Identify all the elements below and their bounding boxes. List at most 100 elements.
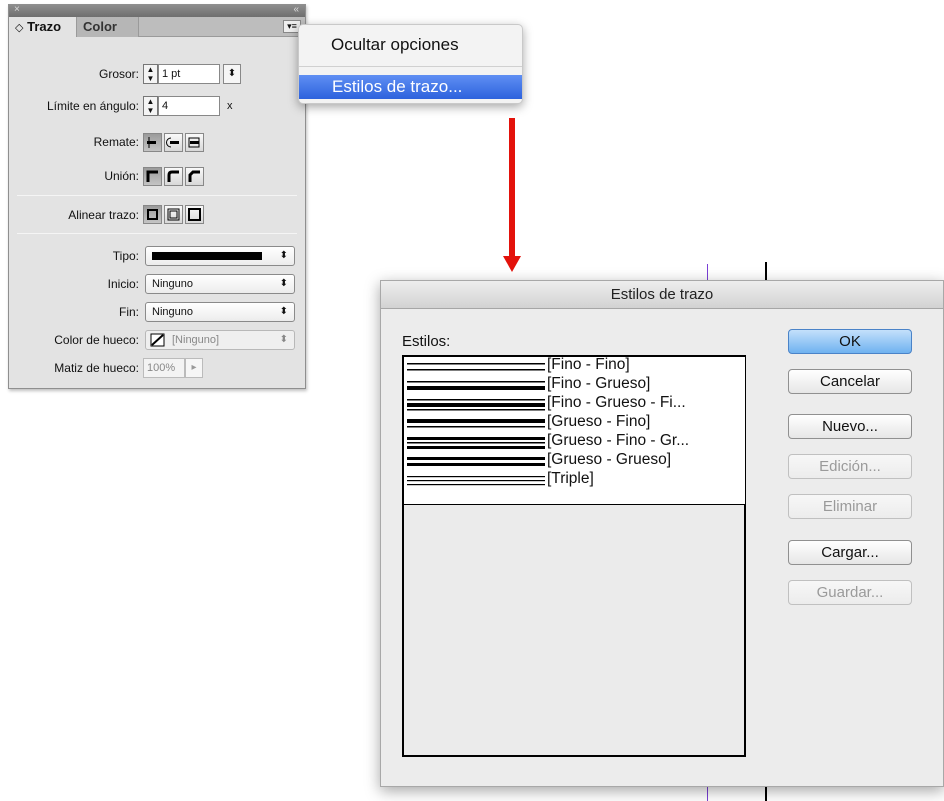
inicio-label: Inicio: [107, 277, 139, 291]
list-item[interactable]: [Fino - Grueso - Fi... [404, 394, 744, 414]
menu-item-estilos-de-trazo[interactable]: Estilos de trazo... [299, 75, 522, 99]
play-arrow-icon[interactable]: ▸ [185, 358, 203, 378]
align-outside-icon[interactable] [185, 205, 204, 224]
solid-line-swatch [152, 252, 262, 260]
list-scrollbar-divider [745, 357, 746, 755]
thin-thick-thin-line-icon [407, 399, 545, 411]
color-hueco-select[interactable]: [Ninguno] ⬍ [145, 330, 295, 350]
select-arrows-icon: ⬍ [279, 306, 288, 317]
close-icon[interactable]: × [14, 4, 20, 15]
limite-input[interactable]: 4 [158, 96, 220, 116]
new-button[interactable]: Nuevo... [788, 414, 912, 439]
frame-edge-line [765, 786, 767, 801]
limite-suffix: x [227, 100, 233, 112]
collapse-icon[interactable]: « [293, 4, 299, 15]
ok-button[interactable]: OK [788, 329, 912, 354]
tipo-row: Tipo: ⬍ [9, 245, 305, 267]
alinear-row: Alinear trazo: [9, 204, 305, 226]
list-item[interactable]: [Grueso - Fino] [404, 413, 744, 433]
grosor-label: Grosor: [98, 67, 139, 81]
grosor-input[interactable]: 1 pt [158, 64, 220, 84]
limite-label: Límite en ángulo: [46, 99, 139, 113]
list-item[interactable]: [Fino - Fino] [404, 356, 744, 376]
select-arrows-icon: ⬍ [279, 334, 288, 345]
matiz-hueco-label: Matiz de hueco: [54, 361, 139, 375]
panel-tabs: ◇ Trazo Color ▾≡ [9, 17, 305, 37]
align-inside-icon[interactable] [164, 205, 183, 224]
butt-cap-icon[interactable] [143, 133, 162, 152]
inicio-select[interactable]: Ninguno ⬍ [145, 274, 295, 294]
edit-button[interactable]: Edición... [788, 454, 912, 479]
frame-edge-line [765, 262, 767, 280]
select-arrows-icon: ⬍ [279, 278, 288, 289]
list-item-label: [Grueso - Fino] [547, 413, 651, 430]
list-item[interactable]: [Grueso - Grueso] [404, 451, 744, 471]
guide-line [707, 264, 708, 280]
alinear-label: Alinear trazo: [68, 208, 139, 222]
delete-button[interactable]: Eliminar [788, 494, 912, 519]
fin-row: Fin: Ninguno ⬍ [9, 301, 305, 323]
list-item[interactable]: [Grueso - Fino - Gr... [404, 432, 744, 452]
color-hueco-row: Color de hueco: [Ninguno] ⬍ [9, 329, 305, 351]
triple-line-icon [407, 476, 545, 486]
inicio-row: Inicio: Ninguno ⬍ [9, 273, 305, 295]
guide-line [707, 786, 708, 801]
styles-listbox[interactable]: [Fino - Fino] [Fino - Grueso] [Fino - Gr… [402, 355, 746, 757]
menu-item-ocultar-opciones[interactable]: Ocultar opciones [299, 32, 522, 58]
list-item[interactable]: [Triple] [404, 470, 744, 490]
list-item-label: [Grueso - Grueso] [547, 451, 672, 468]
list-item-label: [Fino - Grueso] [547, 375, 651, 392]
union-row: Unión: [9, 165, 305, 187]
grosor-dropdown-icon[interactable]: ⬍ [223, 64, 241, 84]
tab-color[interactable]: Color [77, 17, 139, 37]
none-swatch-icon [150, 333, 165, 347]
color-hueco-value: [Ninguno] [172, 334, 220, 346]
tab-trazo-label: Trazo [27, 19, 62, 34]
select-arrows-icon: ⬍ [279, 250, 288, 261]
stroke-panel: × « ◇ Trazo Color ▾≡ Grosor: ▲ ▼ 1 pt ⬍ L… [8, 4, 306, 389]
load-button[interactable]: Cargar... [788, 540, 912, 565]
color-hueco-label: Color de hueco: [54, 333, 139, 347]
bevel-join-icon[interactable] [185, 167, 204, 186]
square-cap-icon[interactable] [185, 133, 204, 152]
fin-select[interactable]: Ninguno ⬍ [145, 302, 295, 322]
fin-label: Fin: [118, 305, 139, 319]
stroke-styles-dialog: Estilos de trazo Estilos: [Fino - Fino] … [380, 280, 944, 787]
union-label: Unión: [104, 169, 139, 183]
cancel-button[interactable]: Cancelar [788, 369, 912, 394]
thin-thick-line-icon [407, 381, 545, 390]
inicio-value: Ninguno [152, 278, 193, 290]
remate-row: Remate: [9, 131, 305, 153]
thin-thin-line-icon [407, 363, 545, 371]
tipo-select[interactable]: ⬍ [145, 246, 295, 266]
dialog-title: Estilos de trazo [381, 281, 943, 309]
separator [17, 195, 297, 196]
panel-title-strip: × « [9, 4, 305, 17]
thick-thin-thick-line-icon [407, 437, 545, 449]
list-item-label: [Fino - Fino] [547, 356, 630, 373]
styles-list: [Fino - Fino] [Fino - Grueso] [Fino - Gr… [404, 356, 745, 505]
list-item-label: [Triple] [547, 470, 594, 487]
matiz-hueco-input[interactable]: 100% [143, 358, 185, 378]
panel-popup-menu: Ocultar opciones Estilos de trazo... [298, 24, 523, 104]
grosor-stepper-icon[interactable]: ▲ ▼ [143, 64, 158, 84]
align-center-icon[interactable] [143, 205, 162, 224]
miter-join-icon[interactable] [143, 167, 162, 186]
limite-row: Límite en ángulo: ▲ ▼ 4 x [9, 95, 305, 117]
tab-trazo[interactable]: ◇ Trazo [9, 17, 77, 37]
save-button[interactable]: Guardar... [788, 580, 912, 605]
round-join-icon[interactable] [164, 167, 183, 186]
limite-stepper-icon[interactable]: ▲ ▼ [143, 96, 158, 116]
grosor-row: Grosor: ▲ ▼ 1 pt ⬍ [9, 63, 305, 85]
matiz-hueco-row: Matiz de hueco: 100% ▸ [9, 357, 305, 379]
styles-list-label: Estilos: [402, 333, 451, 350]
list-item[interactable]: [Fino - Grueso] [404, 375, 744, 395]
red-arrow-icon [503, 118, 521, 272]
thick-thin-line-icon [407, 419, 545, 428]
thick-thick-line-icon [407, 457, 545, 466]
fin-value: Ninguno [152, 306, 193, 318]
round-cap-icon[interactable] [164, 133, 183, 152]
tab-arrows-icon: ◇ [15, 22, 24, 34]
tipo-label: Tipo: [112, 249, 139, 263]
remate-label: Remate: [93, 135, 139, 149]
